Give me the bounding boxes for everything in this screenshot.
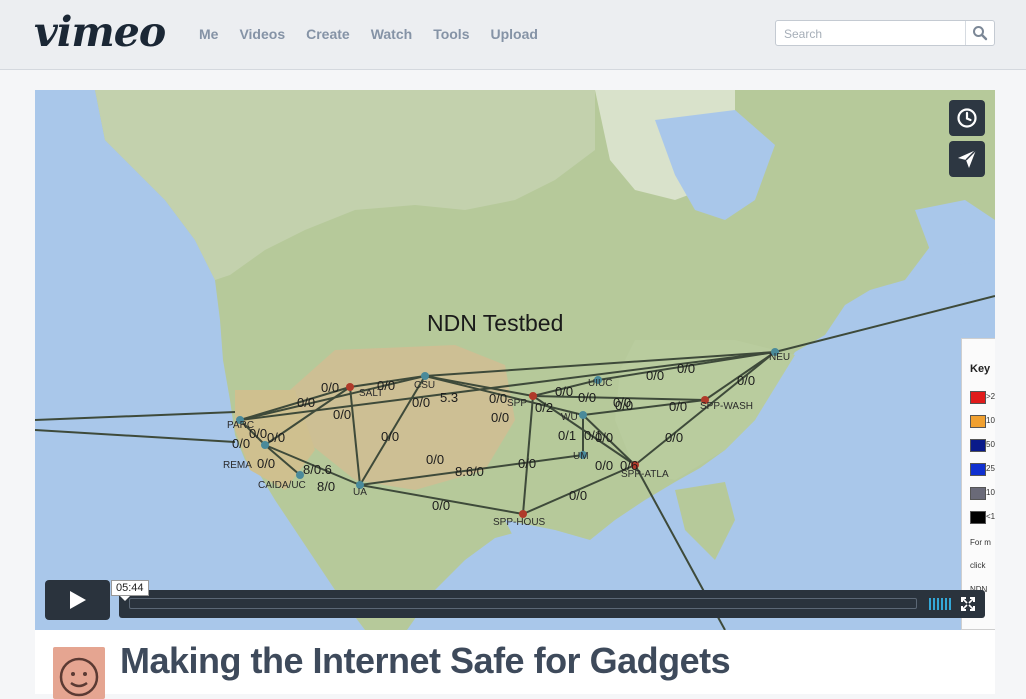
smiley-face-icon	[59, 657, 99, 697]
node-label-um: UM	[573, 451, 589, 462]
link-value: 0/0	[569, 488, 588, 503]
key-swatch	[970, 391, 986, 404]
nav-item-upload[interactable]: Upload	[490, 26, 537, 42]
node-label-spp-hous: SPP-HOUS	[493, 517, 546, 528]
key-label: 50	[986, 440, 995, 449]
map-background	[35, 90, 995, 630]
link-value: 0/0	[381, 429, 400, 444]
key-note: click	[970, 561, 986, 570]
play-icon	[70, 591, 86, 609]
volume-bar	[933, 598, 935, 610]
paper-plane-icon	[958, 149, 977, 168]
playbar	[119, 590, 985, 618]
key-swatch	[970, 511, 986, 524]
link-value: 0/0	[249, 426, 268, 441]
link-value: 0/0	[333, 407, 352, 422]
key-label: 10	[986, 488, 995, 497]
video-title: Making the Internet Safe for Gadgets	[120, 640, 731, 681]
video-info: Making the Internet Safe for Gadgets	[35, 630, 995, 699]
link-value: 0/0	[646, 368, 665, 383]
link-value: 0/0	[595, 458, 614, 473]
link-value: 0/1	[558, 428, 577, 443]
key-note: For m	[970, 538, 991, 547]
volume-control[interactable]	[929, 598, 953, 610]
link-value: 0/0	[665, 430, 684, 445]
search-input[interactable]	[782, 24, 966, 44]
volume-bar	[941, 598, 943, 610]
link-value: 0/0	[426, 452, 445, 467]
link-value: 0/0	[489, 391, 508, 406]
node-label-rema: REMA	[223, 460, 252, 471]
key-swatch	[970, 439, 986, 452]
node-label-ua: UA	[353, 487, 367, 498]
node-label-caida: CAIDA/UC	[258, 480, 306, 491]
link-value: 0/0	[737, 373, 756, 388]
nav-item-me[interactable]: Me	[199, 26, 218, 42]
nav-item-tools[interactable]: Tools	[433, 26, 469, 42]
link-value: 0/0	[267, 430, 286, 445]
key-label: <1	[986, 512, 995, 521]
key-label: 10	[986, 416, 995, 425]
top-navbar: vimeo Me Videos Create Watch Tools Uploa…	[0, 0, 1026, 70]
key-label: >2	[986, 392, 995, 401]
link-value: 0/6	[620, 458, 639, 473]
clock-icon	[957, 108, 977, 128]
watch-later-button[interactable]	[949, 100, 985, 136]
node-label-spp: SPP	[507, 398, 528, 409]
share-button[interactable]	[949, 141, 985, 177]
search-box	[775, 20, 995, 46]
node-label-uiuc: UIUC	[588, 378, 613, 389]
key-title: Key	[970, 363, 991, 375]
volume-bar	[937, 598, 939, 610]
volume-bar	[945, 598, 947, 610]
node-label-neu: NEU	[769, 352, 791, 363]
fullscreen-icon[interactable]	[961, 597, 975, 611]
key-swatch	[970, 415, 986, 428]
main-nav: Me Videos Create Watch Tools Upload	[199, 26, 559, 42]
timecode-tooltip: 05:44	[111, 580, 149, 601]
link-value: 0/0	[232, 436, 251, 451]
link-value: 5.3	[440, 390, 459, 405]
link-value: 0/0	[518, 456, 537, 471]
node-label-wu: WU	[561, 412, 578, 423]
link-value: 0/0	[677, 361, 696, 376]
link-value: 0/0	[412, 395, 431, 410]
link-value: 0/0	[432, 498, 451, 513]
link-value: 0/0	[321, 380, 340, 395]
link-value: 0/1	[584, 428, 603, 443]
nav-item-videos[interactable]: Videos	[239, 26, 285, 42]
avatar[interactable]	[53, 647, 105, 699]
link-value: 8/0.6	[303, 462, 332, 477]
key-swatch	[970, 463, 986, 476]
link-value: 0/0	[377, 378, 396, 393]
vimeo-logo[interactable]: vimeo	[34, 8, 166, 56]
map-title: NDN Testbed	[427, 310, 564, 336]
map-key-panel: Key >2 10 50 25 10 <1 For m click NDN	[961, 338, 995, 630]
link-value: 0/0	[555, 384, 574, 399]
nav-item-create[interactable]: Create	[306, 26, 350, 42]
video-player[interactable]: NDN Testbed NEU UIUC WU UM PARC REMA CAI…	[35, 90, 995, 630]
node-label-csu: CSU	[414, 380, 436, 391]
play-button[interactable]	[45, 580, 110, 620]
link-value: 8/0	[317, 479, 336, 494]
progress-bar[interactable]	[129, 598, 917, 609]
link-value: 0/0	[615, 398, 634, 413]
link-value: 0/0	[297, 395, 316, 410]
link-value: 0/0	[257, 456, 276, 471]
key-swatch	[970, 487, 986, 500]
link-value: 0/0	[669, 399, 688, 414]
volume-bar	[949, 598, 951, 610]
node-label-spp-wash: SPP-WASH	[700, 401, 753, 412]
link-value: 0/2	[535, 400, 554, 415]
link-value: 0/0	[491, 410, 510, 425]
link-value: 0/0	[578, 390, 597, 405]
nav-item-watch[interactable]: Watch	[371, 26, 412, 42]
volume-bar	[929, 598, 931, 610]
search-button[interactable]	[965, 21, 994, 45]
search-icon	[973, 26, 988, 41]
link-value: 8.6/0	[455, 464, 484, 479]
key-label: 25	[986, 464, 995, 473]
